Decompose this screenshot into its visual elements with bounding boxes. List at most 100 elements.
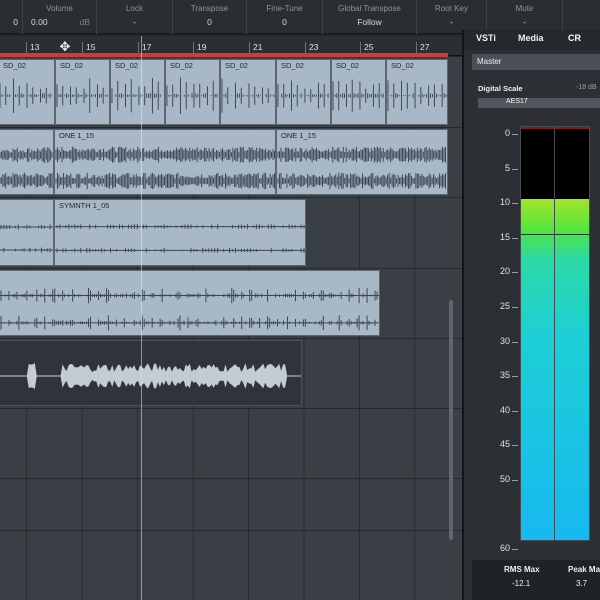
waveform (221, 78, 275, 113)
meter-scale-label: 0 (504, 128, 510, 138)
audio-part[interactable]: SYMNTH 1_05 (54, 199, 306, 266)
meter-scale-label: 20 (499, 266, 510, 277)
bar-number: 13 (30, 42, 40, 52)
tab-media[interactable]: Media (518, 33, 544, 43)
info-field-lock[interactable]: Lock - (96, 0, 172, 34)
bar-number: 19 (197, 42, 207, 52)
audio-part[interactable]: SD_02 (165, 59, 220, 125)
global-transpose-label: Global Transpose (338, 4, 401, 13)
meter-standard-button[interactable]: AES17 (478, 98, 600, 108)
meter-left (520, 126, 556, 541)
digital-scale-label: Digital Scale (478, 84, 523, 93)
audio-part[interactable]: SD_02 (0, 59, 55, 125)
bar-number: 17 (142, 42, 152, 52)
vertical-scrollbar[interactable] (449, 300, 453, 540)
part-label: SD_02 (3, 61, 26, 70)
move-cursor-icon: ✥ (59, 39, 71, 54)
track-divider (0, 338, 462, 339)
audio-part[interactable]: SD_02 (220, 59, 276, 125)
meter-scale-label: 60 (499, 543, 510, 553)
audio-part[interactable]: ONE 1_15 (276, 129, 448, 195)
project-tracks[interactable]: SD_02 SD_02 SD_02 SD_02 SD_02 SD_02 SD_0… (0, 57, 462, 600)
bar-number: 27 (420, 42, 430, 52)
lock-label: Lock (126, 4, 143, 13)
waveform (0, 362, 301, 390)
clip-indicator[interactable] (521, 127, 555, 129)
part-label: SD_02 (391, 61, 414, 70)
meter-scale-tick (512, 479, 518, 481)
volume-unit: dB (79, 17, 90, 27)
info-field-mute[interactable]: Mute - (486, 0, 562, 34)
track-divider (0, 478, 462, 479)
audio-part[interactable] (0, 129, 54, 195)
info-field-extra[interactable] (562, 0, 600, 34)
waveform (332, 79, 384, 112)
info-field-transpose[interactable]: Transpose 0 (172, 0, 246, 34)
audio-part-selected[interactable] (0, 340, 302, 406)
info-line: 0 Volume 0.00 dB Lock - Transpose 0 Fine… (0, 0, 600, 34)
waveform (55, 146, 275, 190)
peak-hold (555, 233, 589, 235)
meter-scale-label: 5 (504, 162, 510, 173)
track-divider (0, 127, 462, 128)
meter-scale-tick (512, 203, 518, 205)
meter-scale-tick (512, 237, 518, 239)
part-label: SD_02 (225, 61, 248, 70)
part-label: SD_02 (60, 61, 83, 70)
meter-scale-label: 35 (499, 370, 510, 381)
tab-control-room[interactable]: CR (568, 33, 581, 43)
peak-hold (521, 233, 555, 235)
audio-part[interactable]: SD_02 (110, 59, 165, 125)
info-field-global-transpose[interactable]: Global Transpose Follow (322, 0, 416, 34)
meter-scale-tick (512, 306, 518, 308)
info-field-rootkey[interactable]: Root Key - (416, 0, 486, 34)
right-zone: VSTi Media CR Master Digital Scale -18 d… (462, 30, 600, 600)
audio-part[interactable]: ONE 1_15 (54, 129, 276, 195)
part-label: ONE 1_15 (281, 131, 317, 140)
bar-number: 23 (309, 42, 319, 52)
meter-scale-tick (512, 549, 518, 550)
waveform (166, 77, 218, 114)
project-cursor[interactable] (141, 36, 142, 600)
meter-scale-label: 15 (499, 231, 510, 242)
part-label: SYMNTH 1_05 (59, 201, 110, 210)
meter-level (555, 199, 589, 540)
tab-vsti[interactable]: VSTi (476, 33, 496, 43)
audio-part[interactable] (0, 199, 54, 266)
info-field-finetune[interactable]: Fine-Tune 0 (246, 0, 322, 34)
meter-scale-label: 30 (499, 335, 510, 346)
digital-scale-value: -18 dB (576, 84, 597, 91)
audio-part[interactable]: SD_02 (55, 59, 110, 125)
info-field-volume[interactable]: Volume 0.00 dB (22, 0, 96, 34)
part-label: ONE 1_15 (59, 131, 95, 140)
finetune-label: Fine-Tune (266, 4, 303, 13)
rms-max-value: -12.1 (512, 579, 531, 588)
audio-part[interactable]: SD_02 (386, 59, 448, 125)
meter-scale-label: 50 (499, 473, 510, 484)
waveform (55, 224, 305, 253)
meter-scale-tick (512, 376, 518, 378)
meter-readout: RMS Max -12.1 Peak Ma 3.7 (472, 560, 600, 600)
track-divider (0, 408, 462, 409)
bar-number: 25 (364, 42, 374, 52)
meter-level (521, 199, 555, 540)
info-field-left[interactable]: 0 (0, 0, 22, 34)
meter-scale-label: 40 (499, 404, 510, 415)
rootkey-label: Root Key (435, 4, 468, 13)
waveform (56, 78, 108, 113)
audio-part[interactable]: SD_02 (331, 59, 386, 125)
audio-part[interactable]: SD_02 (276, 59, 331, 125)
meter-scale-tick (512, 410, 518, 412)
meter-right (554, 126, 590, 541)
peak-max-value: 3.7 (576, 579, 588, 588)
meter-scale-tick (512, 272, 518, 274)
waveform (111, 77, 163, 114)
channel-selector[interactable]: Master (472, 54, 600, 70)
mute-label: Mute (515, 4, 534, 13)
meter-standard-label: AES17 (506, 98, 528, 105)
part-label: SD_02 (281, 61, 304, 70)
bar-number: 15 (86, 42, 96, 52)
audio-part[interactable] (0, 270, 380, 336)
meter-scale: 0 5 10 15 20 25 30 35 40 45 50 60 (464, 120, 524, 560)
clip-indicator[interactable] (555, 127, 589, 129)
